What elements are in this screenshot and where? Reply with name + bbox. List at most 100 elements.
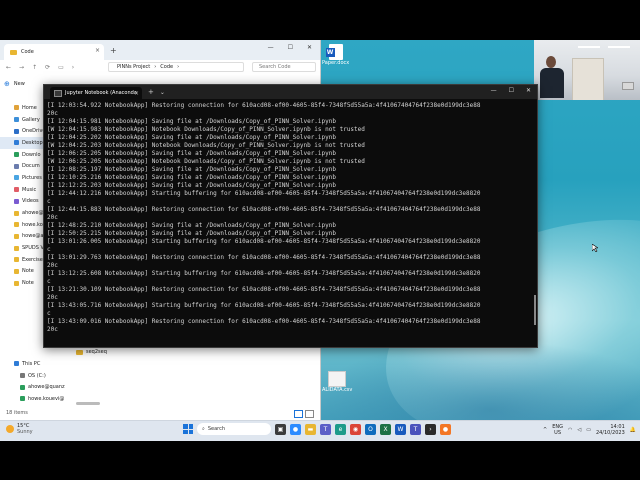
weather-desc: Sunny [17,429,33,435]
close-button[interactable]: ✕ [307,44,312,51]
explorer-tab[interactable]: Code × [4,44,104,60]
terminal-output[interactable]: [I 12:03:54.922 NotebookApp] Restoring c… [44,99,537,346]
lang-region: US [554,430,561,436]
outlook-icon[interactable]: O [365,423,376,435]
tray-overflow-icon[interactable]: ^ [543,427,547,433]
terminal-line: c [47,310,51,317]
start-button[interactable] [183,424,193,434]
close-button[interactable]: ✕ [526,87,531,94]
clock[interactable]: 14:01 24/10/2023 [596,424,625,436]
tree-howe-kouevi[interactable]: howe.kouevi@ [0,393,70,405]
sidebar-item-label: Videos [22,198,39,205]
weather-widget[interactable]: 15°C Sunny [6,423,33,435]
folder-icon [14,175,19,181]
breadcrumb-sep: › [177,64,180,70]
tree-label: howe.kouevi@ [28,395,65,402]
close-tab-icon[interactable]: × [95,47,100,54]
maximize-button[interactable]: ☐ [288,44,293,51]
terminal-icon[interactable]: › [425,423,436,435]
chrome-icon[interactable]: ◉ [350,423,361,435]
sidebar-item[interactable]: Pictures [0,172,48,184]
files-icon[interactable]: ▬ [305,423,316,435]
forward-button[interactable]: → [19,64,24,71]
sidebar-item[interactable]: SPUDS V [0,242,48,254]
word-icon[interactable]: W [395,423,406,435]
chevron-right-icon[interactable]: › [72,64,74,71]
sidebar-item[interactable]: howe@ae [0,231,48,243]
search-input[interactable]: Search Code [252,62,316,72]
desktop-icon-label: Paper.docx [322,60,350,66]
sidebar-item[interactable]: Note [0,277,48,289]
file-name: seq2seq [86,349,107,355]
sidebar-item-label: Gallery [22,116,40,123]
notification-icon[interactable]: 🔔 [630,427,636,433]
wifi-icon[interactable]: ◠ [568,427,572,433]
address-bar[interactable]: PINNs Project › Code › [108,62,244,72]
language-indicator[interactable]: ENG US [552,424,563,436]
person-head [546,56,556,68]
ceiling-light [608,46,630,48]
sidebar-item[interactable]: Music [0,184,48,196]
new-tab-button[interactable]: + [148,88,154,96]
file-item-seq2seq[interactable]: seq2seq [76,349,107,355]
sidebar-item[interactable]: howe.koau [0,219,48,231]
horizontal-scrollbar[interactable] [76,402,100,405]
sidebar-item[interactable]: Home [0,102,48,114]
tiles-view-button[interactable] [305,410,314,418]
excel-icon[interactable]: X [380,423,391,435]
breadcrumb-item[interactable]: PINNs Project [117,64,150,70]
jupyter-icon[interactable]: ● [440,423,451,435]
explorer-tabbar: Code × + — ☐ ✕ [0,40,320,60]
teams-2-icon[interactable]: T [410,423,421,435]
sidebar-item[interactable]: Note [0,266,48,278]
close-tab-icon[interactable]: × [134,90,139,97]
pc-icon [14,361,19,367]
sidebar-item[interactable]: OneDrive [0,125,48,137]
dropdown-icon[interactable]: ⌄ [160,89,165,96]
folder-icon [14,222,19,228]
teams-icon[interactable]: T [320,423,331,435]
task-view-icon[interactable]: ▣ [275,423,286,435]
video-call-thumbnail [534,40,640,100]
maximize-button[interactable]: ☐ [509,87,514,94]
zoom-icon[interactable]: ● [290,423,301,435]
sidebar-item[interactable]: Gallery [0,114,48,126]
taskbar-search[interactable]: ⌕ Search [197,423,271,435]
desktop-icon-alidata[interactable]: ALIDATA.csv [322,371,352,393]
sidebar-item[interactable]: Downlo [0,149,48,161]
battery-icon[interactable]: ▭ [586,427,591,433]
sidebar-item[interactable]: Videos [0,196,48,208]
tree-os-c[interactable]: OS (C:) [0,370,70,382]
refresh-button[interactable]: ⟳ [45,64,50,71]
tree-this-pc[interactable]: This PC [0,358,70,370]
terminal-scrollbar[interactable] [534,295,536,325]
terminal-line: [I 12:04:25.202 NotebookApp] Saving file… [47,134,336,141]
word-file-icon [325,44,343,60]
search-placeholder: Search Code [259,64,291,70]
new-menu[interactable]: ⊕ New [4,80,25,88]
terminal-line: [I 12:50:25.215 NotebookApp] Saving file… [47,230,336,237]
new-tab-button[interactable]: + [110,46,117,55]
sidebar-item[interactable]: Docum [0,160,48,172]
sidebar-item[interactable]: Exercise [0,254,48,266]
taskbar-center: ⌕ Search ▣ ● ▬ Te ◉ O X W T › ● [183,423,451,435]
minimize-button[interactable]: — [491,87,497,94]
up-button[interactable]: ↑ [32,64,37,71]
tree-label: This PC [22,360,41,367]
plus-icon: ⊕ [4,80,10,88]
person-body [540,68,564,98]
edge-icon[interactable]: e [335,423,346,435]
sidebar-item[interactable]: ahowe@ [0,207,48,219]
desktop-icon-paper[interactable]: Paper.docx [322,44,349,66]
door [572,58,604,100]
minimize-button[interactable]: — [268,44,274,51]
folder-icon [14,268,19,274]
tree-ahowe[interactable]: ahowe@quanz [0,381,70,393]
volume-icon[interactable]: ◁ [577,427,581,433]
start-tile [188,429,193,434]
breadcrumb-item[interactable]: Code [160,64,173,70]
details-view-button[interactable] [294,410,303,418]
back-button[interactable]: ← [6,64,11,71]
terminal-tab[interactable]: Jupyter Notebook (Anaconda × [50,87,142,99]
sidebar-item[interactable]: Desktop [0,137,48,149]
